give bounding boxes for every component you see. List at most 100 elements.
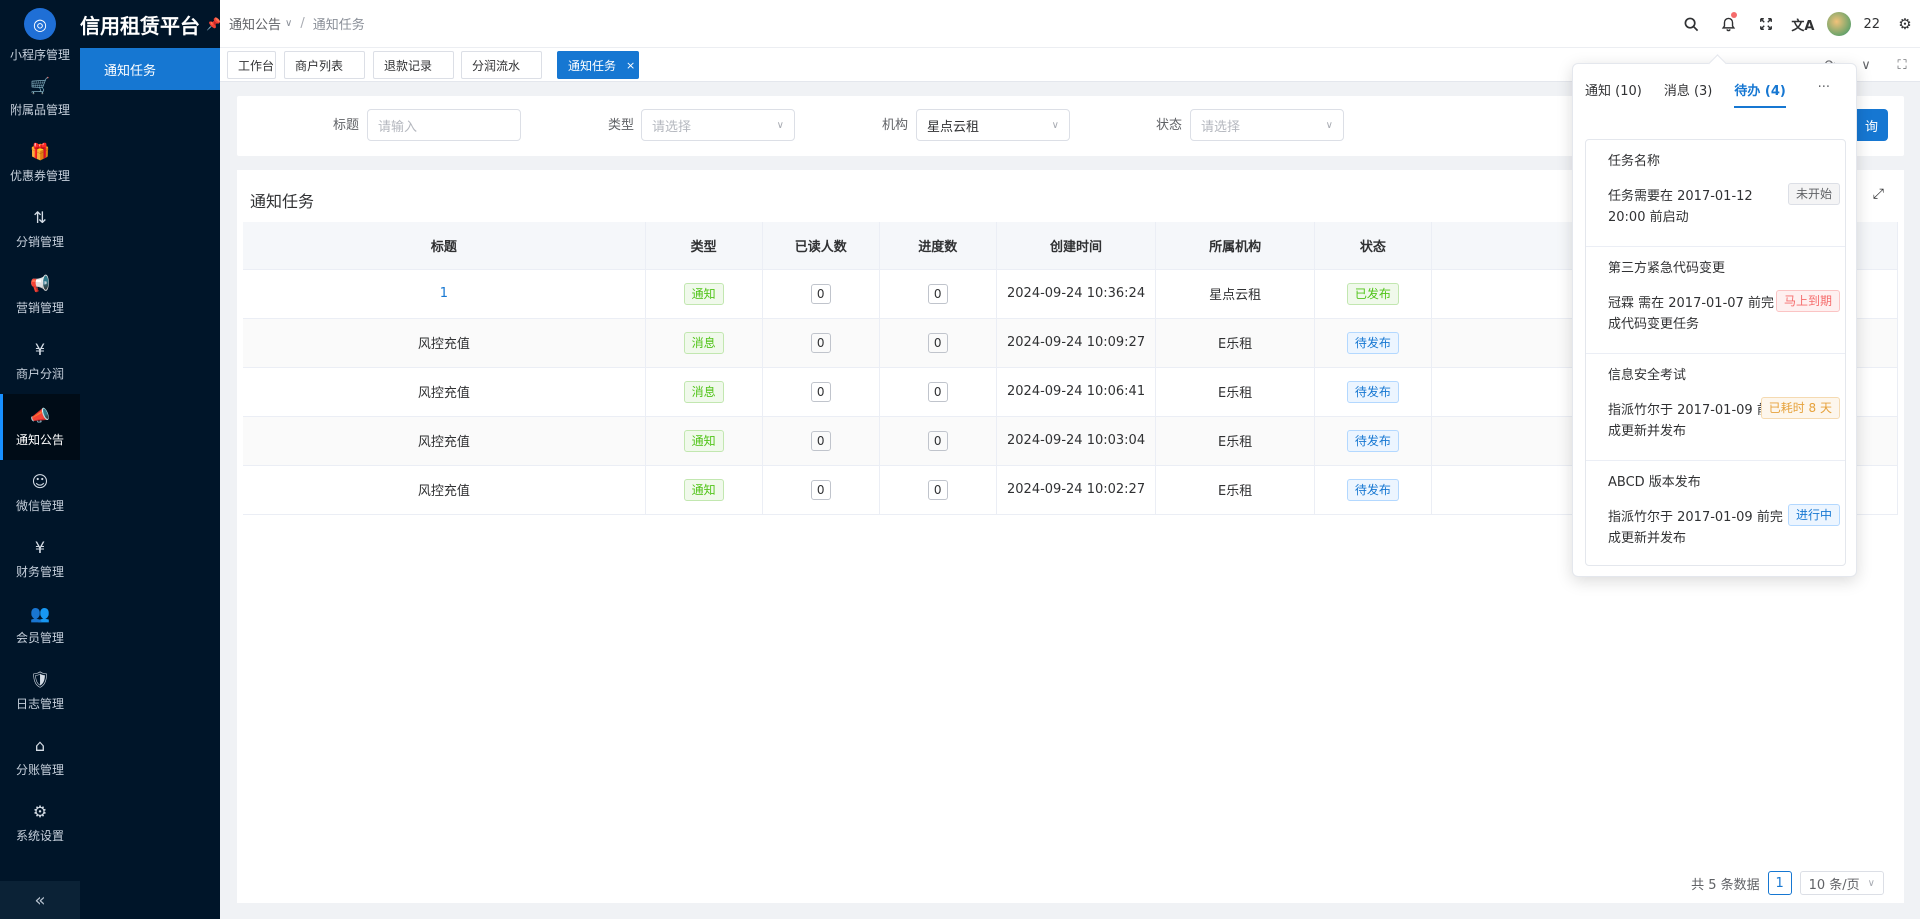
read-count: 0 (810, 283, 831, 304)
maximize-icon[interactable]: ⛶ (1884, 58, 1920, 73)
todo-title: 信息安全考试 (1608, 368, 1687, 383)
column-header[interactable]: 状态 (1314, 222, 1432, 270)
tab-label: 工作台 (238, 58, 275, 73)
top-header: 通知公告 ∨ / 通知任务 文A 22 ⚙ (220, 0, 1920, 48)
sidebar-item-label: 小程序管理 (9, 48, 70, 62)
sidebar-item-3[interactable]: 🎁 优惠券管理 (0, 130, 80, 196)
sidebar-item-label: 分销管理 (15, 235, 64, 249)
query-button-label: 询 (1864, 119, 1878, 135)
cell-read: 0 (762, 367, 880, 417)
progress-count: 0 (927, 381, 948, 402)
logo-icon: ◎ (24, 8, 56, 40)
todo-item[interactable]: 第三方紧急代码变更 冠霖 需在 2017-01-07 前完成代码变更任务 马上到期 (1586, 247, 1845, 354)
sidebar-item-5[interactable]: 📢 营销管理 (0, 262, 80, 328)
table-fullscreen-icon[interactable]: ⤢ (1873, 186, 1884, 202)
cell-read: 0 (762, 465, 880, 515)
avatar[interactable] (1827, 12, 1852, 36)
cell-read: 0 (762, 269, 880, 319)
sidebar-item-7[interactable]: 📣 通知公告 (0, 394, 80, 460)
tab-notice-task[interactable]: 通知任务 × (557, 51, 639, 79)
popover-tab-notice[interactable]: 通知 (10) (1585, 80, 1642, 108)
sidebar-item-8[interactable]: ☺ 微信管理 (0, 460, 80, 526)
translate-icon[interactable]: 文A (1784, 0, 1821, 48)
todo-list: 任务名称 任务需要在 2017-01-12 20:00 前启动 未开始 第三方紧急代码… (1585, 139, 1846, 566)
breadcrumb-separator: / (300, 16, 305, 31)
status-filter-placeholder: 请选择 (1201, 119, 1241, 135)
column-header[interactable]: 标题 (243, 222, 646, 270)
chevron-down-icon: ∨ (1325, 119, 1333, 131)
type-filter-select[interactable]: 请选择 ∨ (641, 109, 795, 141)
tab-merchant-list[interactable]: 商户列表 (284, 51, 365, 79)
todo-item[interactable]: 信息安全考试 指派竹尔于 2017-01-09 前完成更新并发布 已耗时 8 天 (1586, 354, 1845, 461)
notification-dot (1731, 12, 1738, 18)
bell-icon[interactable] (1710, 0, 1747, 48)
column-header[interactable]: 所属机构 (1155, 222, 1315, 270)
cell-progress: 0 (879, 318, 997, 368)
title-filter-input[interactable]: 请输入 (367, 109, 521, 141)
page-size-select[interactable]: 10 条/页 ∨ (1799, 871, 1884, 895)
cell-org: E乐租 (1155, 465, 1315, 515)
chevron-down-icon: ∨ (1867, 877, 1875, 889)
sidebar-item-1[interactable]: 小程序管理 (0, 46, 80, 64)
page-number-button[interactable]: 1 (1767, 871, 1792, 895)
todo-description: 冠霖 需在 2017-01-07 前完成代码变更任务 (1608, 296, 1774, 332)
cell-org: E乐租 (1155, 318, 1315, 368)
pagination: 共 5 条数据 1 10 条/页 ∨ (1691, 871, 1884, 895)
more-icon[interactable]: ··· (1818, 80, 1830, 95)
notice-icon: 📣 (30, 406, 50, 425)
tab-workbench[interactable]: 工作台 (227, 51, 276, 79)
sidebar-item-9[interactable]: ¥ 财务管理 (0, 526, 80, 592)
username[interactable]: 22 (1863, 17, 1880, 32)
type-filter-placeholder: 请选择 (652, 119, 692, 135)
todo-title: ABCD 版本发布 (1608, 475, 1701, 490)
title-text: 风控充值 (417, 386, 470, 401)
collapse-sidebar-button[interactable]: « (0, 881, 80, 919)
sidebar-item-13[interactable]: ⚙ 系统设置 (0, 790, 80, 856)
popover-tab-message[interactable]: 消息 (3) (1664, 80, 1713, 108)
sidebar-item-11[interactable]: 🛡 日志管理 (0, 658, 80, 724)
type-tag: 通知 (683, 478, 724, 501)
tab-close-icon[interactable]: × (626, 59, 635, 72)
sidebar-item-12[interactable]: ⌂ 分账管理 (0, 724, 80, 790)
org-filter-label: 机构 (881, 118, 908, 133)
tab-profit-flow[interactable]: 分润流水 (461, 51, 542, 79)
breadcrumb-parent[interactable]: 通知公告 (229, 14, 281, 33)
cell-created: 2024-09-24 10:02:27 (996, 465, 1157, 515)
popover-tab-todo[interactable]: 待办 (4) (1734, 80, 1786, 108)
todo-status-tag: 未开始 (1787, 183, 1840, 205)
cell-progress: 0 (879, 465, 997, 515)
search-icon[interactable] (1673, 0, 1710, 48)
yen-icon: ¥ (34, 340, 46, 359)
sidebar-item-label: 优惠券管理 (9, 169, 70, 183)
status-filter-select[interactable]: 请选择 ∨ (1190, 109, 1344, 141)
submenu-panel (80, 0, 220, 919)
cell-read: 0 (762, 318, 880, 368)
submenu-item-notice-task[interactable]: 通知任务 (80, 48, 220, 90)
sidebar-item-6[interactable]: ¥ 商户分润 (0, 328, 80, 394)
sidebar-item-label: 分账管理 (15, 763, 64, 777)
sidebar-item-2[interactable]: 🛒 附属品管理 (0, 64, 80, 130)
column-header[interactable]: 已读人数 (762, 222, 880, 270)
tab-refund-records[interactable]: 退款记录 (373, 51, 454, 79)
cell-title: 风控充值 (243, 318, 646, 368)
tab-label: 退款记录 (384, 58, 433, 73)
column-header[interactable]: 创建时间 (996, 222, 1157, 270)
column-header[interactable]: 类型 (645, 222, 763, 270)
chevron-down-icon[interactable]: ∨ (285, 18, 292, 29)
column-header[interactable]: 进度数 (879, 222, 997, 270)
pin-icon[interactable]: 📌 (206, 17, 221, 31)
org-filter-select[interactable]: 星点云租 ∨ (916, 109, 1070, 141)
type-tag: 消息 (683, 331, 724, 354)
sidebar-item-10[interactable]: 👥 会员管理 (0, 592, 80, 658)
progress-count: 0 (927, 479, 948, 500)
sidebar-item-label: 通知公告 (15, 433, 64, 447)
double-chevron-left-icon: « (34, 889, 46, 911)
submenu-item-label: 通知任务 (104, 63, 157, 79)
type-tag: 通知 (683, 429, 724, 452)
fullscreen-icon[interactable] (1747, 0, 1784, 48)
todo-item[interactable]: ABCD 版本发布 指派竹尔于 2017-01-09 前完成更新并发布 进行中 (1586, 461, 1845, 565)
cell-title: 风控充值 (243, 416, 646, 466)
sidebar-item-4[interactable]: ⇅ 分销管理 (0, 196, 80, 262)
todo-item[interactable]: 任务名称 任务需要在 2017-01-12 20:00 前启动 未开始 (1586, 140, 1845, 247)
settings-gear-icon[interactable]: ⚙ (1890, 0, 1920, 48)
